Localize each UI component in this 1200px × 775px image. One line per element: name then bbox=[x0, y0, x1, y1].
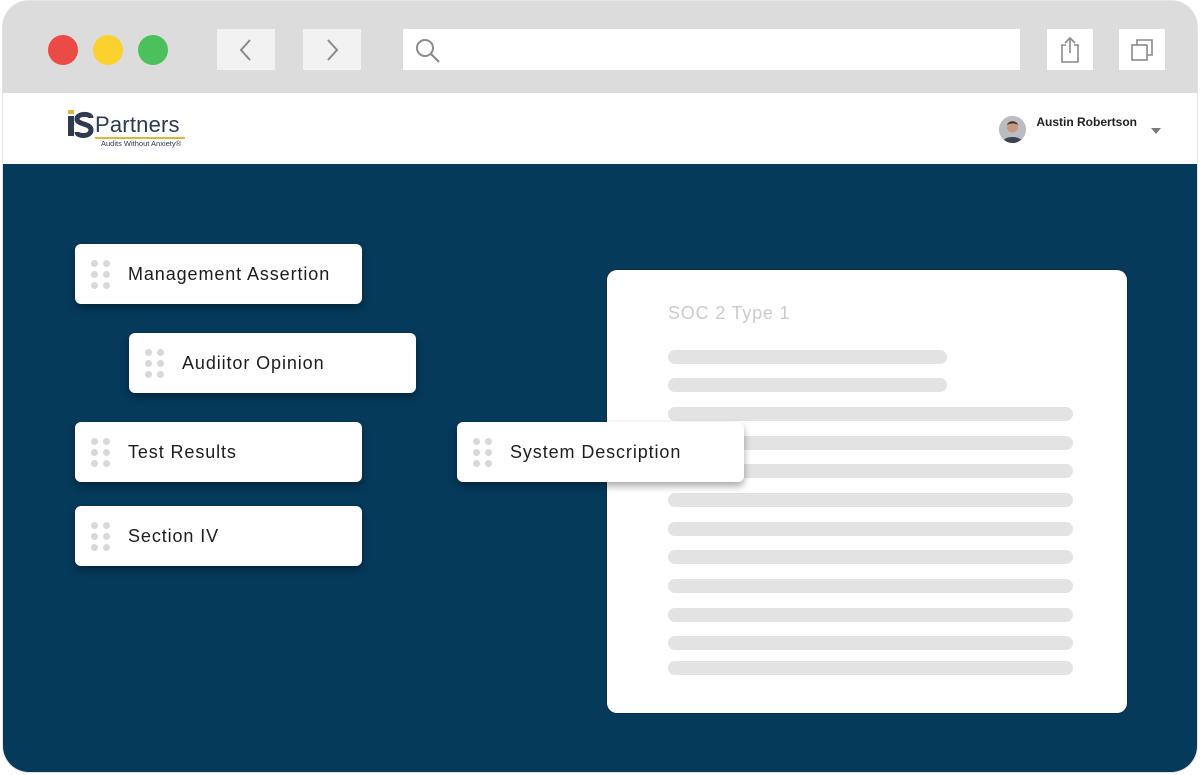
section-card-auditor-opinion[interactable]: Audiitor Opinion bbox=[129, 333, 416, 393]
section-card-label: Section IV bbox=[128, 525, 220, 546]
section-card-management-assertion[interactable]: Management Assertion bbox=[75, 244, 362, 304]
minimize-window-button[interactable] bbox=[93, 35, 123, 65]
tabs-button[interactable] bbox=[1119, 29, 1165, 70]
placeholder-line bbox=[668, 522, 1073, 536]
placeholder-line bbox=[668, 407, 1073, 421]
section-card-label: Test Results bbox=[128, 441, 237, 462]
section-card-system-description[interactable]: System Description bbox=[457, 422, 744, 482]
tabs-icon bbox=[1131, 38, 1153, 61]
close-window-button[interactable] bbox=[48, 35, 78, 65]
drag-handle-icon[interactable] bbox=[473, 437, 495, 467]
share-button[interactable] bbox=[1047, 29, 1093, 70]
browser-window: Partners Audits Without Anxiety® Austin … bbox=[3, 1, 1197, 772]
chevron-left-icon bbox=[239, 38, 251, 61]
main-content: SOC 2 Type 1 Management Assertion Audiit… bbox=[3, 164, 1197, 772]
report-title: SOC 2 Type 1 bbox=[668, 303, 791, 323]
search-icon bbox=[416, 39, 440, 63]
user-avatar-icon bbox=[999, 115, 1027, 143]
back-button[interactable] bbox=[217, 29, 275, 70]
logo-tagline: Audits Without Anxiety® bbox=[101, 139, 182, 148]
section-card-test-results[interactable]: Test Results bbox=[75, 422, 362, 482]
share-icon bbox=[1061, 36, 1079, 63]
placeholder-line bbox=[668, 636, 1073, 650]
forward-button[interactable] bbox=[303, 29, 361, 70]
company-logo[interactable]: Partners Audits Without Anxiety® bbox=[65, 106, 225, 154]
drag-handle-icon[interactable] bbox=[91, 521, 113, 551]
placeholder-line bbox=[668, 608, 1073, 622]
logo-mark-icon bbox=[68, 110, 94, 138]
drag-handle-icon[interactable] bbox=[91, 259, 113, 289]
section-card-label: Audiitor Opinion bbox=[182, 352, 325, 373]
placeholder-line bbox=[668, 579, 1073, 593]
placeholder-line bbox=[668, 550, 1073, 564]
app-header: Partners Audits Without Anxiety® Austin … bbox=[3, 93, 1197, 164]
section-card-section-iv[interactable]: Section IV bbox=[75, 506, 362, 566]
report-document[interactable]: SOC 2 Type 1 bbox=[607, 270, 1127, 713]
placeholder-line bbox=[668, 493, 1073, 507]
zoom-window-button[interactable] bbox=[138, 35, 168, 65]
placeholder-line bbox=[668, 661, 1073, 675]
drag-handle-icon[interactable] bbox=[145, 348, 167, 378]
caret-down-icon[interactable] bbox=[1151, 128, 1161, 134]
browser-chrome bbox=[3, 1, 1197, 93]
drag-handle-icon[interactable] bbox=[91, 437, 113, 467]
user-name[interactable]: Austin Robertson bbox=[1036, 115, 1137, 129]
logo-brand-text: Partners bbox=[95, 112, 180, 137]
avatar[interactable] bbox=[999, 115, 1027, 143]
section-card-label: System Description bbox=[510, 441, 682, 462]
section-card-label: Management Assertion bbox=[128, 263, 331, 284]
user-menu[interactable]: Austin Robertson bbox=[999, 111, 1161, 147]
placeholder-line bbox=[668, 378, 947, 392]
chevron-right-icon bbox=[327, 38, 339, 61]
placeholder-line bbox=[668, 350, 947, 364]
address-bar[interactable] bbox=[403, 29, 1020, 70]
